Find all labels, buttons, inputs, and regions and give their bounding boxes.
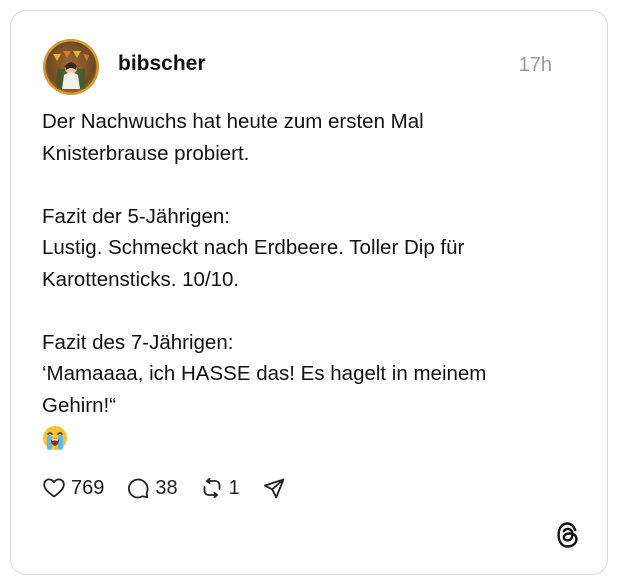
avatar[interactable] [43,39,99,95]
post-text-line: Gehirn!“ [42,393,117,417]
repost-icon [203,477,221,499]
like-count: 769 [71,477,105,499]
post-actions: 769 38 1 [42,473,308,503]
username[interactable]: bibscher [118,51,206,77]
threads-logo-icon[interactable] [555,520,581,550]
post-text-line: Lustig. Schmeckt nach Erdbeere. Toller D… [42,236,465,259]
reply-count: 38 [155,477,178,499]
like-button[interactable]: 769 [42,476,104,500]
crying-face-emoji-icon [42,421,582,453]
post-text-line: Fazit der 5-Jährigen: [42,204,231,228]
repost-button[interactable]: 1 [200,476,240,500]
post-card: bibscher 17h Der Nachwuchs hat heute zum… [10,10,608,575]
share-button[interactable] [262,476,286,500]
heart-icon [43,478,65,498]
comment-icon [128,478,149,499]
post-text: Der Nachwuchs hat heute zum ersten Mal K… [42,106,582,453]
post-text-line: Fazit des 7-Jährigen: [42,330,234,354]
repost-count: 1 [228,477,240,499]
post-text-line: Der Nachwuchs hat heute zum ersten Mal [42,110,424,133]
reply-button[interactable]: 38 [126,476,178,500]
timestamp: 17h [518,54,552,76]
post-text-line: Karottensticks. 10/10. [42,267,240,291]
post-text-line: Knisterbrause probiert. [42,141,250,165]
post-text-line: ‘Mamaaaa, ich HASSE das! Es hagelt in me… [42,362,487,385]
send-icon [263,478,285,499]
